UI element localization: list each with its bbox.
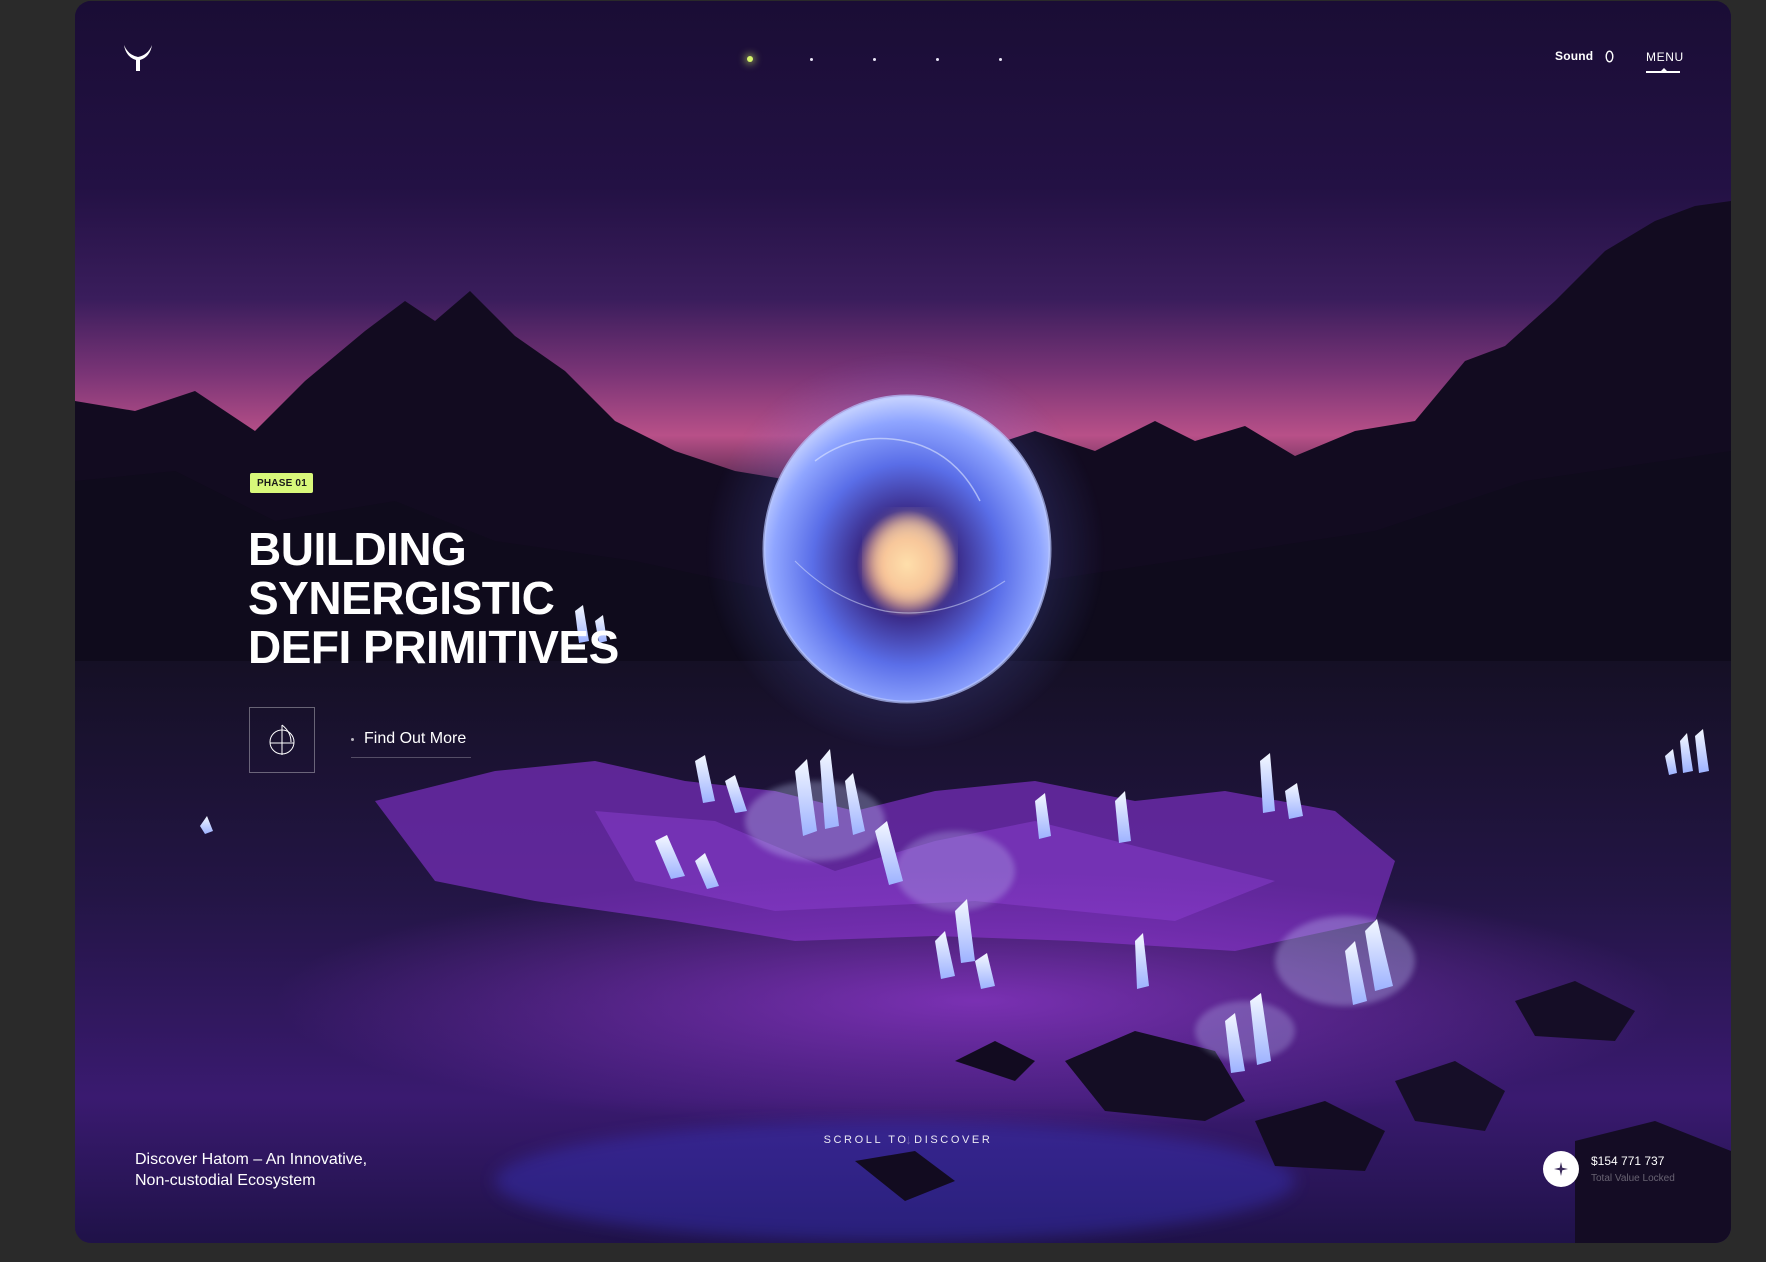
section-dot[interactable] — [936, 54, 999, 64]
sound-label: Sound — [1555, 49, 1594, 63]
tvl-widget: $154 771 737 Total Value Locked — [1543, 1151, 1675, 1187]
section-dot[interactable] — [999, 54, 1062, 64]
headline-line: SYNERGISTIC — [248, 572, 555, 624]
menu-underline — [1646, 68, 1680, 73]
tvl-value: $154 771 737 — [1591, 1154, 1665, 1168]
headline-line: DEFI PRIMITIVES — [248, 621, 619, 673]
find-out-more-link[interactable]: Find Out More — [351, 730, 466, 748]
section-dot[interactable] — [747, 54, 810, 64]
sound-toggle[interactable]: Sound — [1555, 49, 1614, 63]
find-out-more-label: Find Out More — [364, 730, 467, 747]
globe-icon — [269, 724, 295, 755]
menu-button[interactable]: MENU — [1646, 50, 1684, 73]
sound-toggle-icon — [1605, 49, 1614, 63]
tagline-line: Discover Hatom – An Innovative, — [135, 1151, 368, 1168]
find-out-more-icon-button[interactable] — [249, 707, 315, 773]
hero-frame: Sound MENU PHASE 01 BUILDING SYNERGISTIC… — [75, 1, 1731, 1243]
hatom-logo-icon[interactable] — [122, 43, 154, 73]
section-dot[interactable] — [810, 54, 873, 64]
link-underline — [351, 757, 471, 758]
sparkle-icon — [1554, 1162, 1568, 1176]
tagline-line: Non-custodial Ecosystem — [135, 1172, 316, 1189]
hero-headline: BUILDING SYNERGISTIC DEFI PRIMITIVES — [248, 525, 708, 672]
top-bar: Sound MENU — [75, 1, 1731, 121]
section-dot[interactable] — [873, 54, 936, 64]
phase-badge: PHASE 01 — [250, 473, 313, 493]
headline-line: BUILDING — [248, 523, 467, 575]
scroll-to-discover[interactable]: SCROLL TO DISCOVER — [760, 1134, 1056, 1146]
tvl-label: Total Value Locked — [1591, 1173, 1675, 1184]
tvl-button[interactable] — [1543, 1151, 1579, 1187]
section-dots-nav — [747, 54, 1062, 64]
footer-tagline: Discover Hatom – An Innovative, Non-cust… — [135, 1149, 367, 1191]
bullet-dot — [351, 737, 354, 741]
menu-label: MENU — [1646, 50, 1684, 64]
tvl-text: $154 771 737 Total Value Locked — [1591, 1154, 1675, 1184]
